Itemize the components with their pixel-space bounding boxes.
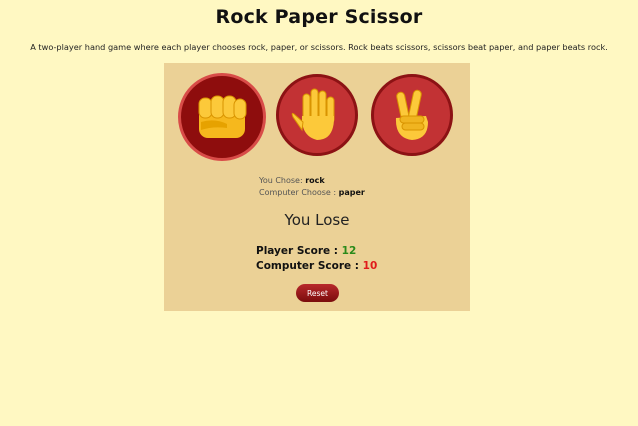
user-choice-line: You Chose: rock — [259, 175, 365, 187]
open-hand-icon — [291, 88, 335, 140]
game-description: A two-player hand game where each player… — [30, 42, 608, 52]
user-choice-label: You Chose: — [259, 176, 303, 185]
computer-score-label: Computer Score : — [256, 260, 359, 272]
user-choice-value: rock — [305, 176, 325, 185]
paper-button[interactable] — [276, 74, 358, 156]
victory-hand-icon — [395, 89, 428, 140]
computer-score-line: Computer Score : 10 — [256, 259, 377, 274]
computer-choice-value: paper — [338, 188, 365, 197]
reset-button[interactable]: Reset — [296, 284, 339, 302]
player-score-value: 12 — [341, 245, 357, 257]
score-board: Player Score : 12 Computer Score : 10 — [256, 244, 377, 274]
computer-choice-line: Computer Choose : paper — [259, 187, 365, 199]
computer-score-value: 10 — [362, 260, 378, 272]
round-info: You Chose: rock Computer Choose : paper — [259, 175, 365, 199]
player-score-label: Player Score : — [256, 245, 339, 257]
computer-choice-label: Computer Choose : — [259, 188, 337, 197]
result-text: You Lose — [284, 211, 350, 229]
fist-icon — [198, 95, 247, 138]
rock-button[interactable] — [178, 73, 266, 161]
scissors-button[interactable] — [371, 74, 453, 156]
player-score-line: Player Score : 12 — [256, 244, 377, 259]
page-title: Rock Paper Scissor — [215, 6, 423, 28]
game-card: You Chose: rock Computer Choose : paper … — [164, 63, 470, 311]
